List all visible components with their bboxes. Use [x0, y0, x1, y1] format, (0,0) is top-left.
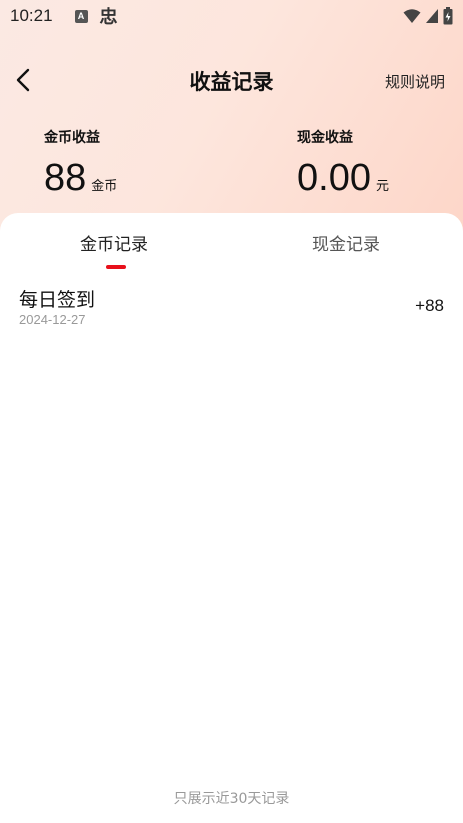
status-bar: 10:21 A 忠	[0, 0, 463, 32]
coin-earnings-value: 88	[44, 157, 87, 199]
cash-earnings-unit: 元	[375, 179, 389, 194]
tab-cash-records[interactable]: 现金记录	[312, 230, 380, 255]
cash-earnings-value: 0.00	[297, 157, 371, 199]
coin-earnings-unit: 金币	[91, 179, 118, 194]
status-icons	[403, 7, 453, 25]
header-background	[0, 0, 463, 240]
active-tab-indicator	[106, 265, 126, 269]
battery-icon	[443, 7, 453, 25]
rules-link[interactable]: 规则说明	[385, 71, 445, 92]
chevron-left-icon	[16, 68, 30, 92]
record-tabs: 金币记录 现金记录	[0, 213, 463, 273]
wifi-icon	[403, 9, 421, 23]
record-title: 每日签到	[19, 289, 96, 311]
coin-earnings-summary: 金币收益 88 金币	[44, 127, 117, 197]
app-notification-icon: 忠	[99, 7, 118, 28]
tab-coin-records[interactable]: 金币记录	[80, 230, 148, 255]
footer-note: 只展示近30天记录	[173, 791, 290, 807]
signal-icon	[426, 9, 438, 23]
records-card: 金币记录 现金记录 每日签到 2024-12-27 +88 只展示近30天记录	[0, 213, 463, 823]
cash-earnings-summary: 现金收益 0.00 元	[297, 127, 389, 197]
status-time: 10:21	[10, 6, 53, 25]
coin-earnings-label: 金币收益	[44, 130, 100, 146]
cash-earnings-label: 现金收益	[297, 130, 353, 146]
notification-icon: A	[74, 9, 88, 23]
back-button[interactable]	[12, 66, 36, 94]
record-date: 2024-12-27	[19, 312, 86, 327]
list-item: 每日签到 2024-12-27 +88	[0, 283, 463, 333]
record-amount: +88	[415, 296, 444, 315]
